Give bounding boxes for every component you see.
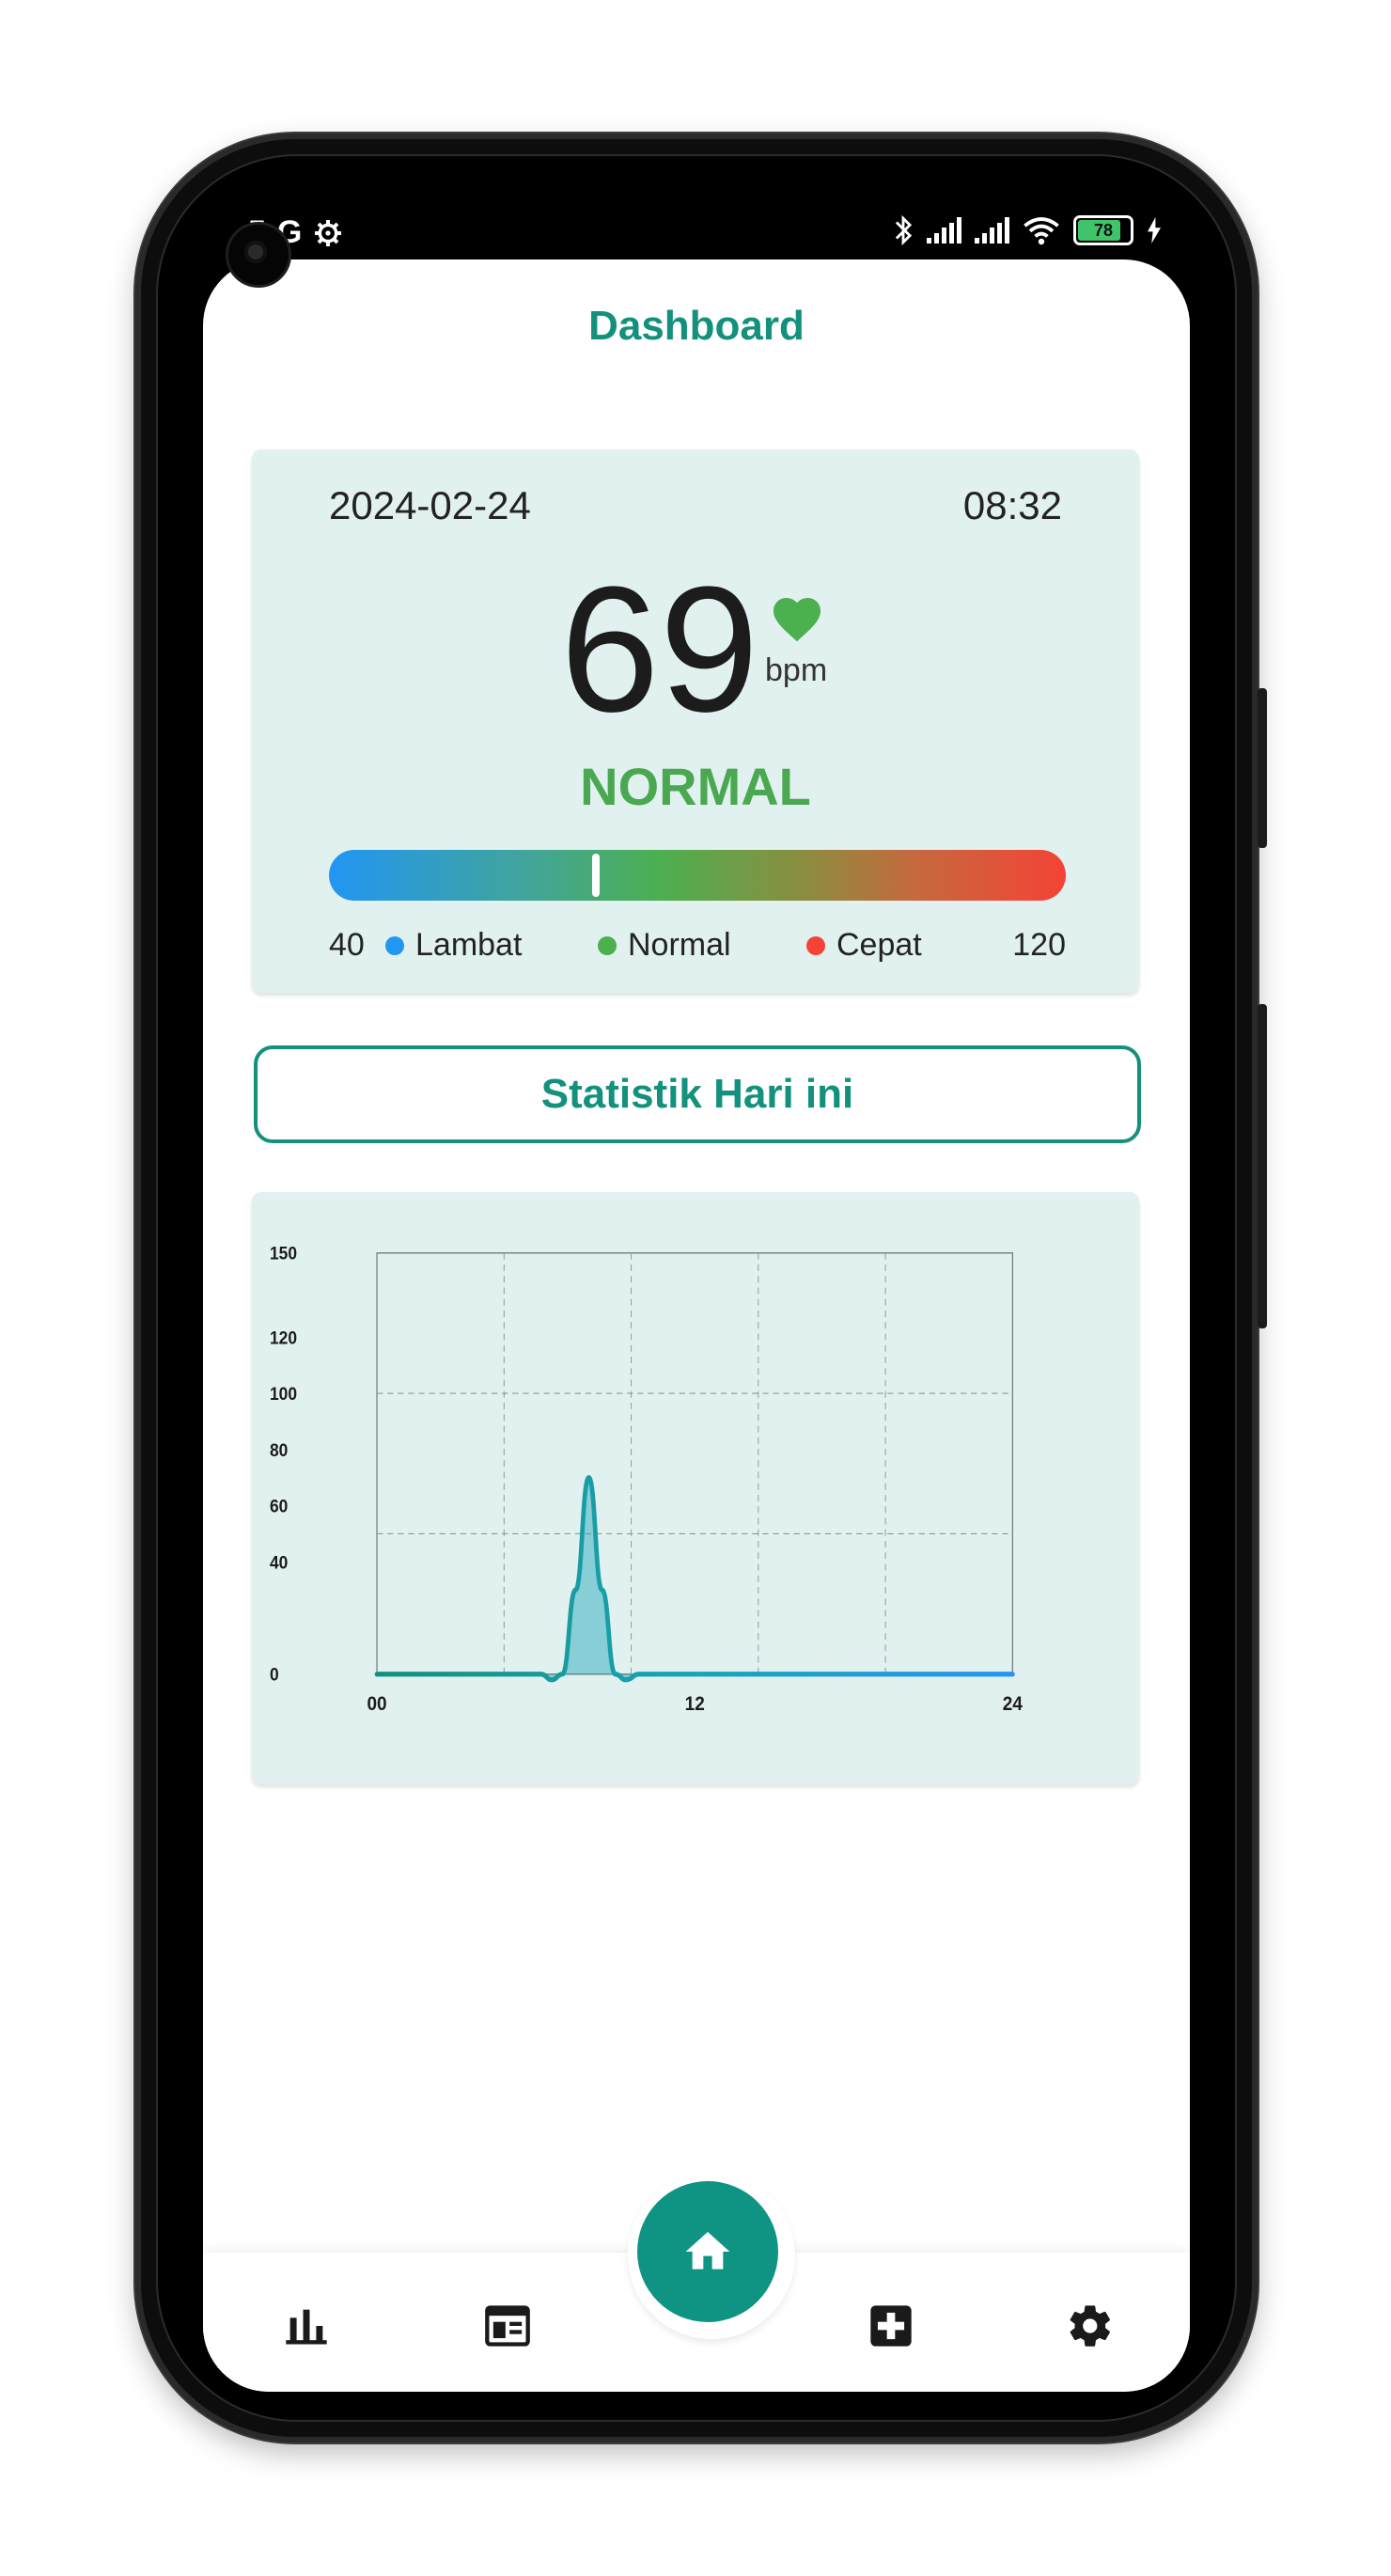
daily-stats-button[interactable]: Statistik Hari ini <box>254 1045 1141 1143</box>
x-tick-label: 00 <box>367 1693 386 1715</box>
signal-icon <box>927 217 961 243</box>
daily-chart-card: 0 40 60 80 100 120 150 00 12 24 <box>252 1192 1139 1784</box>
y-tick-label: 150 <box>270 1243 297 1264</box>
legend-label: Normal <box>628 927 731 963</box>
gear-icon[interactable] <box>1066 2301 1115 2350</box>
legend-dot-icon <box>385 935 404 955</box>
legend-item-normal: Normal <box>598 927 731 964</box>
y-tick-label: 0 <box>270 1664 279 1685</box>
heart-status: NORMAL <box>580 757 811 816</box>
signal-icon <box>975 217 1009 243</box>
plot-frame <box>376 1252 1014 1675</box>
gauge-marker <box>592 854 601 897</box>
bar-chart-icon[interactable] <box>282 2301 331 2350</box>
gauge-max: 120 <box>1012 927 1066 963</box>
home-button[interactable] <box>637 2181 778 2322</box>
gear-icon <box>315 219 342 246</box>
legend-dot-icon <box>806 935 825 955</box>
legend-item-lambat: Lambat <box>385 927 522 964</box>
app-screen: Dashboard 2024-02-24 08:32 69 bpm NORMAL… <box>203 259 1190 2392</box>
y-tick-label: 120 <box>270 1327 297 1348</box>
bluetooth-icon <box>895 214 913 246</box>
y-tick-label: 100 <box>270 1383 297 1404</box>
heart-rate-gauge <box>329 850 1066 901</box>
y-tick-label: 40 <box>270 1551 288 1572</box>
y-tick-label: 60 <box>270 1496 288 1516</box>
legend-label: Cepat <box>836 927 922 963</box>
charging-icon <box>1148 217 1161 243</box>
x-tick-label: 24 <box>1003 1693 1024 1715</box>
power-button <box>1258 688 1267 848</box>
chart-plot-group: 0 40 60 80 100 120 150 00 12 24 <box>270 1243 1024 1716</box>
gauge-min: 40 <box>329 927 365 963</box>
legend-dot-icon <box>598 935 617 955</box>
home-icon <box>685 2232 730 2270</box>
status-bar: 5 G 78 <box>203 197 1190 263</box>
battery-level: 78 <box>1093 220 1114 240</box>
bpm-value: 69 <box>560 550 759 749</box>
calendar-icon[interactable] <box>483 2301 532 2350</box>
battery-icon: 78 <box>1073 215 1133 245</box>
volume-button <box>1258 1004 1267 1328</box>
series-area <box>377 1477 1013 1680</box>
heart-icon <box>774 598 821 642</box>
reading-time: 08:32 <box>962 483 1062 527</box>
gauge-legend: 40 Lambat Normal Cepat 120 <box>329 927 1066 968</box>
x-tick-label: 12 <box>685 1693 705 1715</box>
reading-date: 2024-02-24 <box>329 483 531 527</box>
medical-plus-icon[interactable] <box>867 2301 915 2350</box>
y-tick-label: 80 <box>270 1439 288 1460</box>
wifi-icon <box>1024 217 1059 245</box>
series-line <box>374 1475 1015 1683</box>
legend-item-cepat: Cepat <box>806 927 922 964</box>
heart-rate-card: 2024-02-24 08:32 69 bpm NORMAL 40 Lambat… <box>252 449 1139 993</box>
page-title: Dashboard <box>588 303 805 349</box>
heart-rate-chart: 0 40 60 80 100 120 150 00 12 24 <box>270 1243 1024 1716</box>
bpm-unit: bpm <box>765 652 828 688</box>
front-camera <box>226 222 291 288</box>
legend-label: Lambat <box>415 927 523 963</box>
status-right: 78 <box>893 214 1162 246</box>
